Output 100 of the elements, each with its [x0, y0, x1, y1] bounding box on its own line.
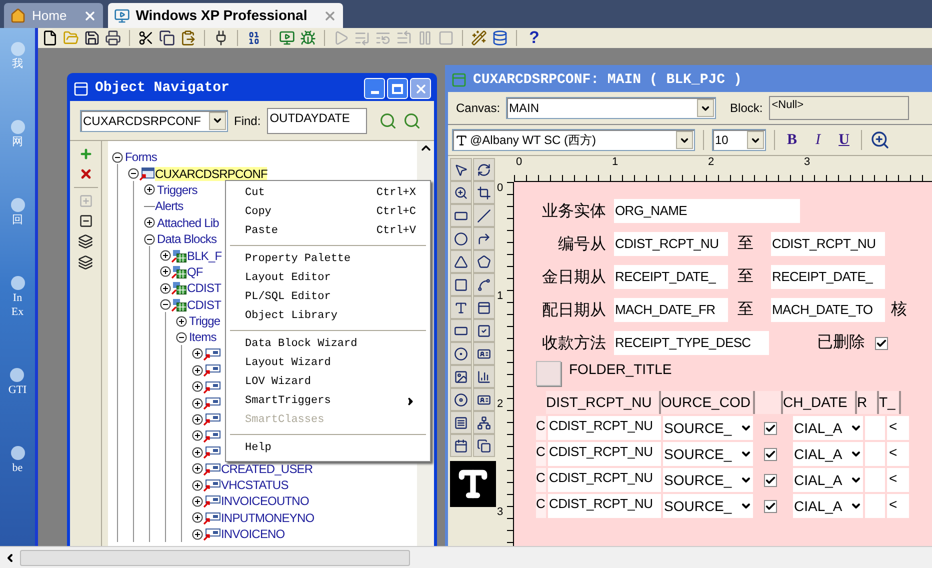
- print-icon[interactable]: [105, 30, 121, 46]
- database-icon[interactable]: [492, 30, 508, 46]
- collapse-icon[interactable]: [176, 332, 187, 343]
- palette-tool[interactable]: [450, 296, 472, 319]
- palette-tool[interactable]: [473, 250, 495, 273]
- palette-tool[interactable]: [450, 250, 472, 273]
- block-field[interactable]: <Null>: [768, 96, 909, 120]
- palette-tool[interactable]: [473, 319, 495, 342]
- canvas-dropdown[interactable]: MAIN: [506, 97, 716, 119]
- palette-tool[interactable]: [473, 158, 495, 181]
- paste-icon[interactable]: [180, 30, 196, 46]
- expand-icon[interactable]: [192, 446, 203, 458]
- palette-tool[interactable]: [450, 204, 472, 227]
- expand-icon[interactable]: [192, 463, 203, 474]
- text-style-button[interactable]: I: [809, 128, 827, 152]
- create-icon[interactable]: [78, 147, 92, 161]
- list-item[interactable]: SOURCE_: [663, 494, 753, 518]
- tree-node-label[interactable]: CDIST: [187, 298, 222, 312]
- find-field[interactable]: OUTDAYDATE: [266, 108, 367, 134]
- text-item[interactable]: CDIST_RCPT_NU: [548, 416, 661, 440]
- expand-icon[interactable]: [192, 364, 203, 376]
- menu-item[interactable]: Paste Ctrl+V: [226, 222, 430, 241]
- palette-tool[interactable]: [473, 411, 495, 434]
- palette-tool[interactable]: [450, 273, 472, 296]
- debug-icon[interactable]: [300, 30, 316, 46]
- palette-tool[interactable]: [450, 158, 472, 181]
- desktop-icon[interactable]: [10, 276, 24, 290]
- collapse-icon[interactable]: [144, 234, 155, 245]
- expand-icon[interactable]: [176, 316, 187, 327]
- tree-node-label[interactable]: Data Blocks: [157, 232, 217, 246]
- checkbox[interactable]: [875, 336, 888, 350]
- list-item[interactable]: CIAL_A: [793, 442, 863, 466]
- palette-tool[interactable]: [473, 204, 495, 227]
- palette-tool[interactable]: [450, 388, 472, 411]
- list-item[interactable]: CIAL_A: [793, 468, 863, 492]
- palette-tool[interactable]: [473, 365, 495, 388]
- tree-node-label[interactable]: BLK_F: [187, 248, 222, 263]
- checkbox[interactable]: [764, 474, 776, 486]
- collapse-icon[interactable]: [160, 299, 171, 310]
- palette-tool[interactable]: [450, 342, 472, 365]
- menu-item[interactable]: PL/SQL Editor: [226, 288, 430, 307]
- minimize-button[interactable]: [364, 78, 385, 99]
- save-icon[interactable]: [84, 30, 100, 46]
- palette-tool[interactable]: [473, 181, 495, 204]
- menu-item[interactable]: Object Library: [226, 307, 430, 326]
- tree-node-label[interactable]: INVOICENO: [221, 527, 285, 542]
- palette-tool[interactable]: [473, 296, 495, 319]
- palette-tool[interactable]: [473, 434, 495, 457]
- tree-node-label[interactable]: VHCSTATUS: [221, 478, 288, 492]
- expand-icon[interactable]: [144, 184, 155, 196]
- collapse-all-icon[interactable]: [78, 214, 92, 228]
- text-style-button[interactable]: B: [783, 128, 801, 152]
- text-item[interactable]: ORG_NAME: [614, 199, 800, 223]
- menu-item[interactable]: Copy Ctrl+C: [226, 203, 430, 222]
- text-item[interactable]: <: [887, 494, 909, 518]
- copy-icon[interactable]: [159, 30, 175, 46]
- module-dropdown[interactable]: CUXARCDSRPCONF: [80, 110, 228, 132]
- menu-item[interactable]: Help: [226, 439, 430, 458]
- expand-icon[interactable]: [192, 480, 203, 490]
- tree-node-label[interactable]: Trigge: [189, 314, 220, 328]
- checkbox[interactable]: [764, 500, 776, 512]
- text-item[interactable]: CDIST_RCPT_NU: [548, 494, 661, 518]
- checkbox[interactable]: [764, 422, 776, 434]
- palette-tool[interactable]: [473, 342, 495, 365]
- palette-tool[interactable]: [450, 411, 472, 434]
- desktop-icon[interactable]: [10, 368, 24, 382]
- scroll-thumb[interactable]: [20, 550, 410, 566]
- text-item[interactable]: CDIST_RCPT_NU: [614, 232, 728, 256]
- desktop-icon[interactable]: [10, 446, 24, 460]
- list-item[interactable]: SOURCE_: [663, 442, 753, 466]
- text-item[interactable]: <: [887, 442, 909, 466]
- text-item[interactable]: <: [887, 468, 909, 492]
- zoom-in-icon[interactable]: [870, 130, 890, 150]
- expand-icon[interactable]: [160, 250, 171, 262]
- list-item[interactable]: CIAL_A: [793, 416, 863, 440]
- tab[interactable]: Windows XP Professional: [108, 3, 344, 28]
- close-tab-icon[interactable]: [323, 8, 338, 22]
- menu-item[interactable]: Layout Editor: [226, 269, 430, 288]
- expand-icon[interactable]: [160, 282, 171, 294]
- menu-item[interactable]: Cut Ctrl+X: [226, 184, 430, 203]
- text-item[interactable]: RECEIPT_DATE_: [771, 265, 885, 289]
- palette-tool[interactable]: [473, 227, 495, 250]
- menu-item[interactable]: Layout Wizard: [226, 354, 430, 373]
- horizontal-scrollbar[interactable]: [0, 546, 932, 568]
- font-size-dropdown[interactable]: 10: [712, 129, 766, 151]
- menu-item[interactable]: Data Block Wizard: [226, 335, 430, 354]
- text-item[interactable]: <: [887, 416, 909, 440]
- tree-node-label[interactable]: Attached Lib: [157, 216, 219, 230]
- list-item[interactable]: SOURCE_: [663, 468, 753, 492]
- expand-icon[interactable]: [192, 430, 203, 442]
- text-item[interactable]: CDIST_RCPT_NU: [548, 468, 661, 492]
- palette-tool[interactable]: [450, 434, 472, 457]
- text-item[interactable]: CDIST_RCPT_NU: [771, 232, 885, 256]
- tree-node-label[interactable]: CUXARCDSRPCONF: [155, 166, 268, 181]
- text-item[interactable]: RECEIPT_DATE_: [614, 265, 728, 289]
- expand-icon[interactable]: [192, 381, 203, 392]
- new-file-icon[interactable]: [42, 30, 58, 46]
- list-item[interactable]: SOURCE_: [663, 416, 753, 440]
- tree-node-label[interactable]: Alerts: [155, 199, 184, 214]
- tree-node-label[interactable]: Triggers: [157, 182, 198, 197]
